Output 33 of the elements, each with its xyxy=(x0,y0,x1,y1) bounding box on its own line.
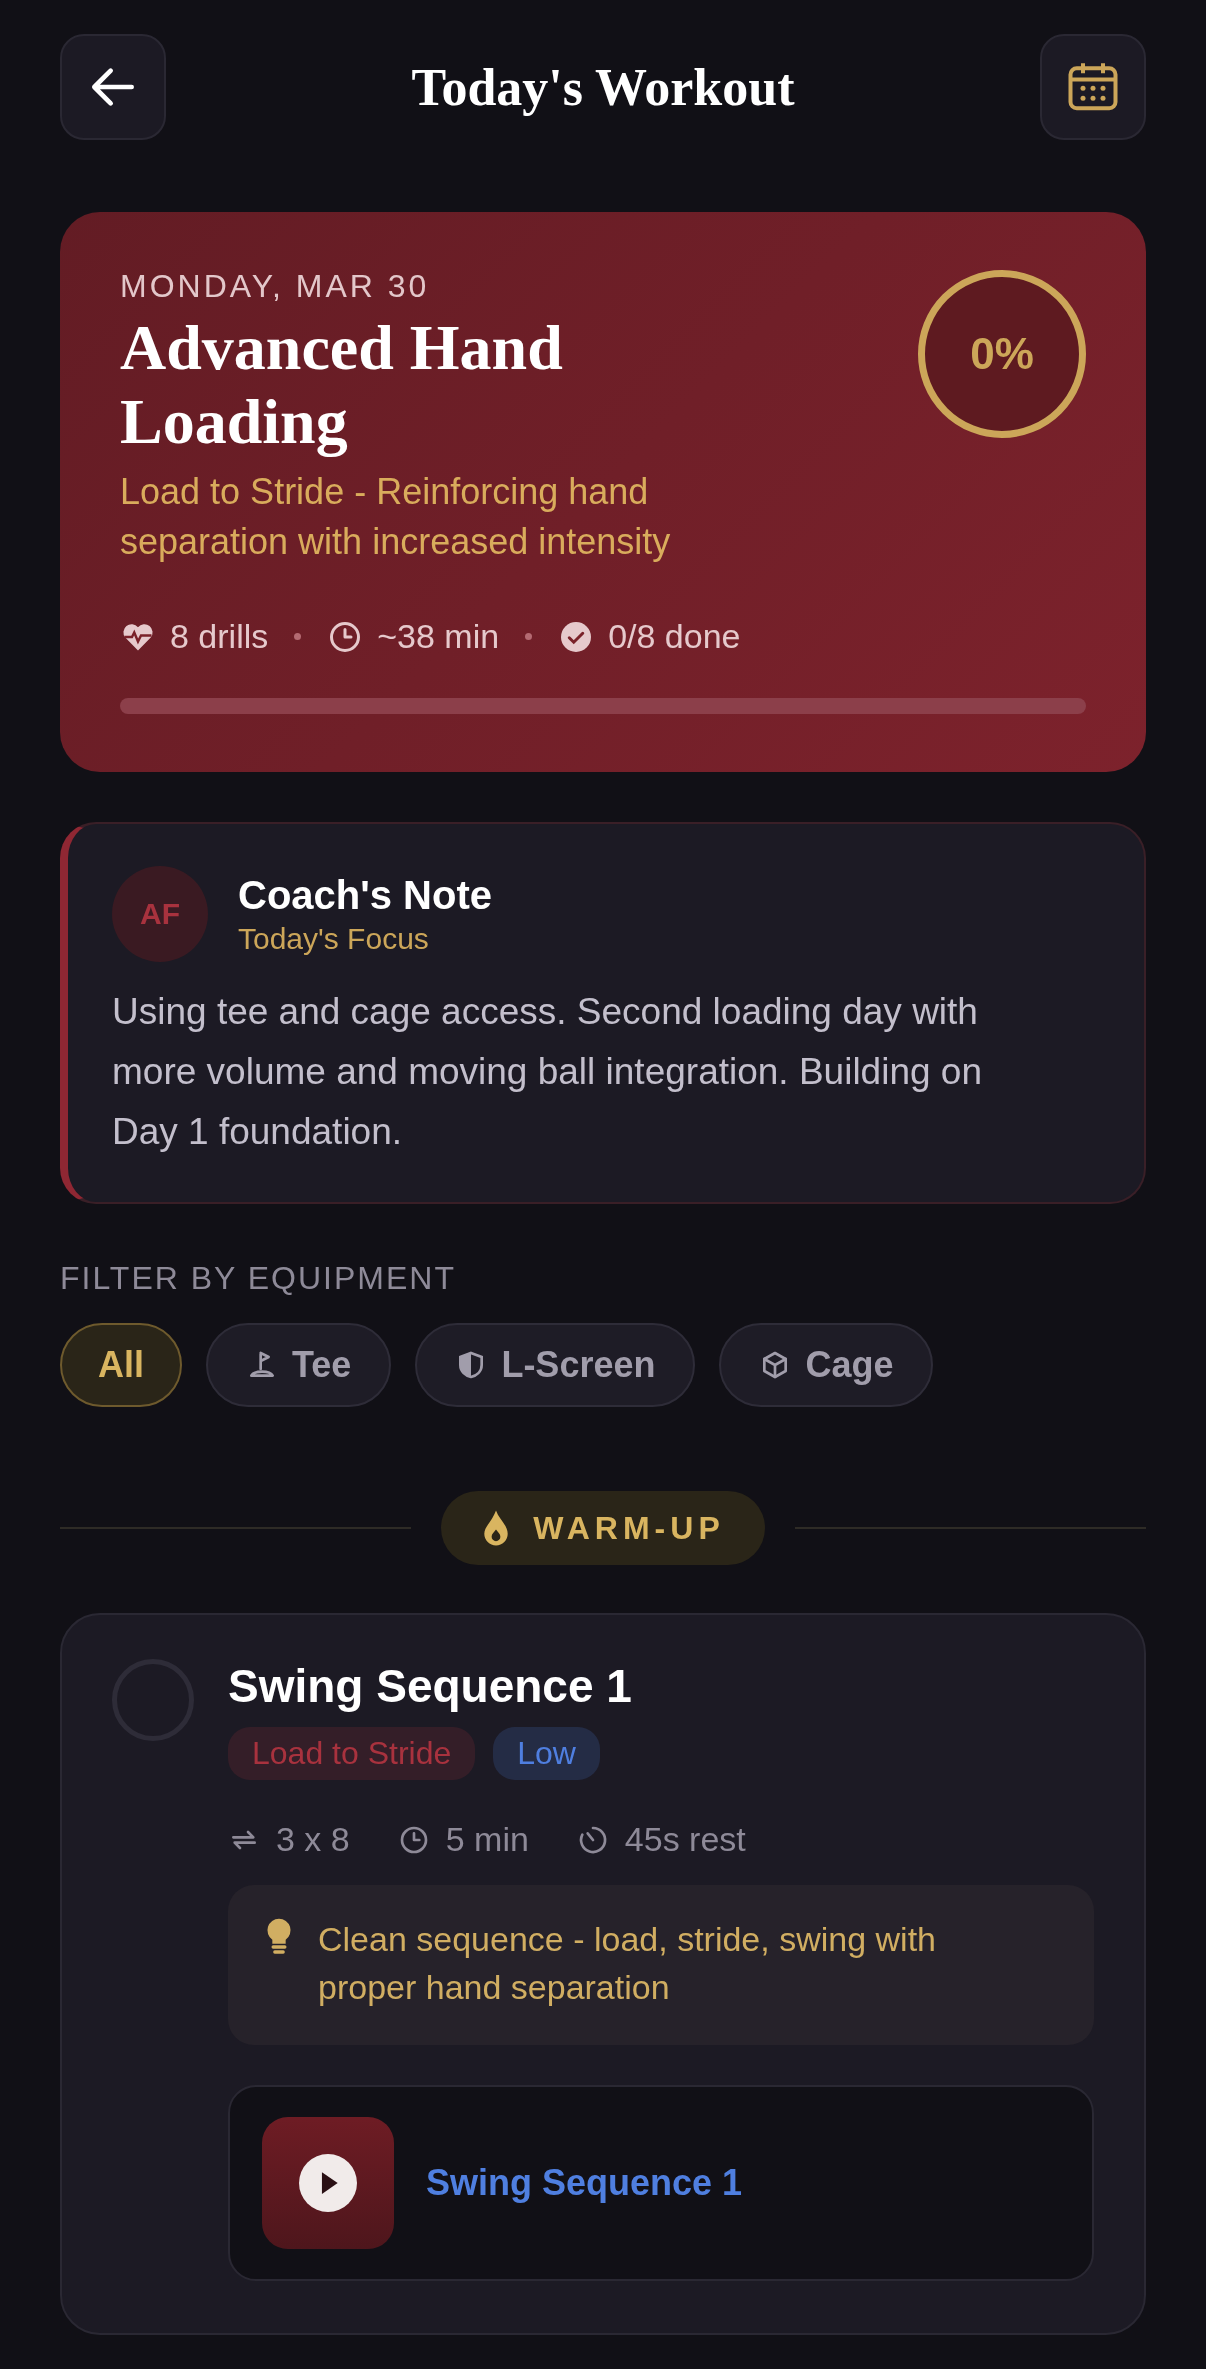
meta-label: 5 min xyxy=(445,1820,529,1859)
separator-dot xyxy=(294,633,302,640)
workout-date: MONDAY, MAR 30 xyxy=(120,268,431,305)
drill-title: Swing Sequence 1 xyxy=(228,1659,633,1713)
note-text: Using tee and cage access. Second loading day with more volume and moving ball integration. Building on Day 1 foundation. xyxy=(112,990,983,1154)
stat-label: ~38 min xyxy=(377,617,500,656)
filter-chip[interactable]: All xyxy=(60,1323,182,1407)
filter-chip[interactable]: Tee xyxy=(206,1323,392,1407)
progress-ring: 0% xyxy=(918,270,1086,438)
avatar: AF xyxy=(112,866,208,962)
stat-label: 0/8 done xyxy=(608,617,741,656)
page-title: Today's Workout xyxy=(411,57,795,117)
stat-label: 8 drills xyxy=(170,617,269,656)
video-title: Swing Sequence 1 xyxy=(426,2162,743,2204)
filter-chip[interactable]: Cage xyxy=(719,1323,934,1407)
tag-label: Low xyxy=(517,1735,576,1771)
note-subtitle: Today's Focus xyxy=(238,921,430,956)
separator-dot xyxy=(525,633,533,640)
play-icon xyxy=(299,2154,357,2212)
video-link[interactable]: Swing Sequence 1 xyxy=(228,2085,1094,2281)
tip-text: Clean sequence - load, stride, swing with proper hand separation xyxy=(318,1919,937,2008)
note-title: Coach's Note xyxy=(238,872,492,918)
calendar-button[interactable] xyxy=(1040,34,1146,140)
filter-label: FILTER BY EQUIPMENT xyxy=(60,1260,457,1297)
back-button[interactable] xyxy=(60,34,166,140)
tag-label: Load to Stride xyxy=(252,1735,452,1771)
workout-title: Advanced Hand Loading xyxy=(120,311,564,459)
meta-label: 45s rest xyxy=(624,1820,746,1859)
meta-label: 3 x 8 xyxy=(276,1820,350,1859)
lightbulb-icon xyxy=(264,1917,294,1957)
section-label: WARM-UP xyxy=(533,1509,725,1547)
workout-subtitle: Load to Stride - Reinforcing hand separation with increased intensity xyxy=(120,470,672,564)
filter-chip[interactable]: L-Screen xyxy=(415,1323,696,1407)
